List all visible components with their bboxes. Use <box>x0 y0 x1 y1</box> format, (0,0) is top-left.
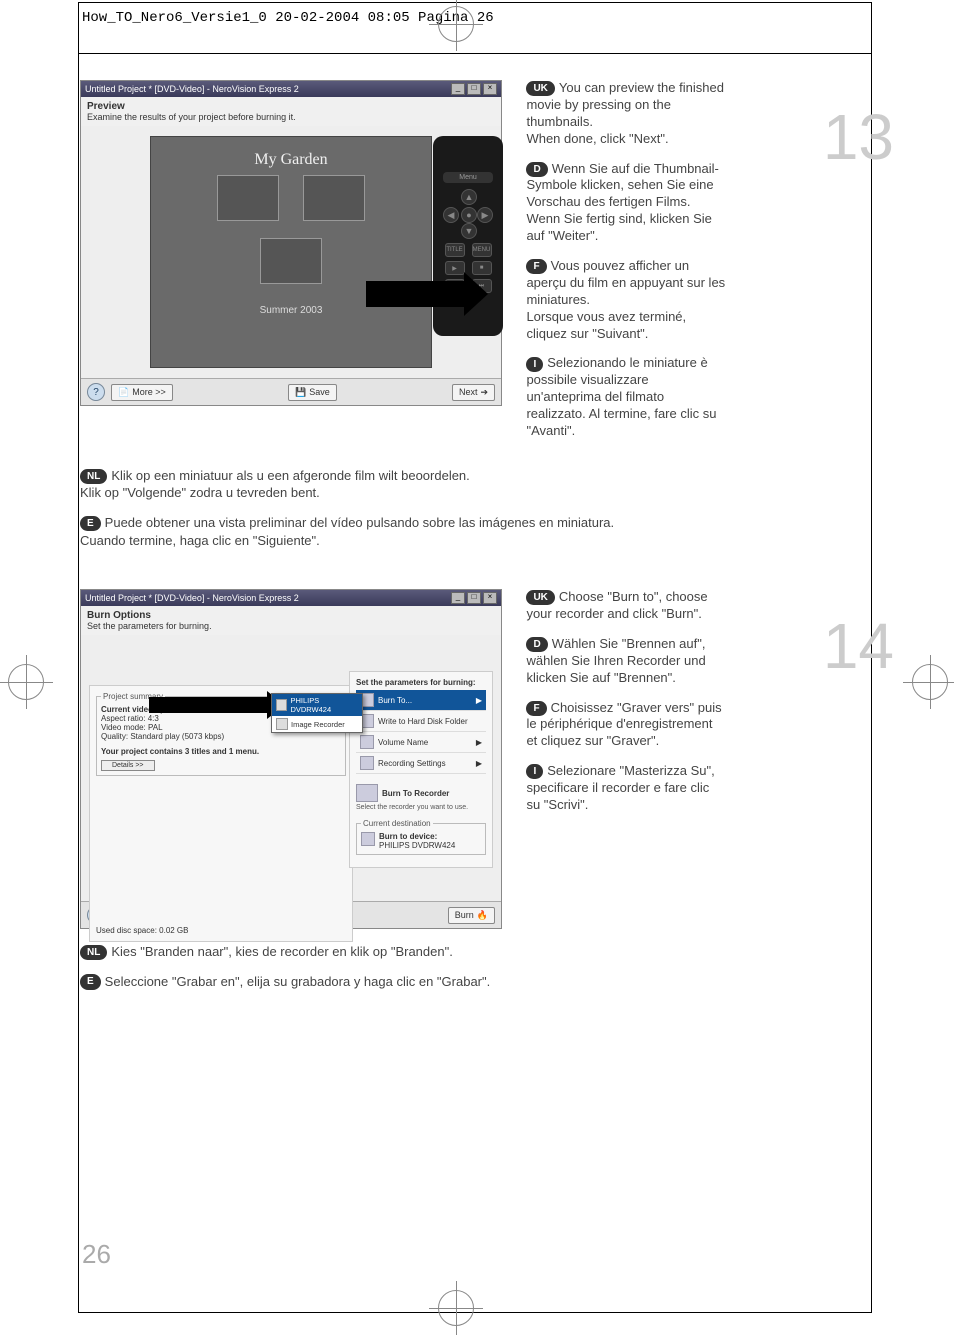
step13-below: NLKlik op een miniatuur als u een afgero… <box>80 467 874 549</box>
lang-e: E <box>80 974 101 990</box>
lang-f: F <box>526 701 546 716</box>
opt-burn-to[interactable]: Burn To...▶ <box>356 690 486 711</box>
opt-volume-name[interactable]: Volume Name▶ <box>356 732 486 753</box>
remote-menu-button[interactable]: Menu <box>443 172 493 183</box>
lang-i: I <box>526 357 543 372</box>
burn-to-dropdown[interactable]: PHILIPS DVDRW424 Image Recorder <box>271 693 363 733</box>
recorder-big-icon <box>356 784 378 802</box>
thumbnail[interactable] <box>260 238 322 284</box>
panel-header: Preview Examine the results of your proj… <box>81 97 501 126</box>
help-icon[interactable]: ? <box>87 383 105 401</box>
next-button[interactable]: Next➔ <box>452 384 495 401</box>
min-button[interactable]: _ <box>451 592 465 604</box>
image-recorder-icon <box>276 718 288 730</box>
close-button[interactable]: × <box>483 83 497 95</box>
registration-mark-bottom <box>438 1290 474 1326</box>
window-title: Untitled Project * [DVD-Video] - NeroVis… <box>85 84 299 94</box>
wizard-toolbar: ? 📄More >> 💾Save Next➔ <box>81 378 501 405</box>
lang-f: F <box>526 259 546 274</box>
thumbnail[interactable] <box>217 175 279 221</box>
step13-instructions: UKYou can preview the fi­nished movie by… <box>526 80 726 453</box>
step-14: 14 Untitled Project * [DVD-Video] - Nero… <box>80 589 874 990</box>
volume-icon <box>360 735 374 749</box>
step-number-14: 14 <box>823 609 894 683</box>
preview-stage: My Garden Summer 2003 <box>150 136 432 368</box>
step14-below: NLKies "Branden naar", kies de recorder … <box>80 943 874 990</box>
lang-d: D <box>526 637 547 652</box>
remote-btn[interactable]: ▶ <box>445 261 465 275</box>
remote-btn[interactable]: TITLE <box>445 243 465 257</box>
settings-icon <box>360 756 374 770</box>
max-button[interactable]: □ <box>467 592 481 604</box>
lang-nl: NL <box>80 469 107 485</box>
menu-title: My Garden <box>151 151 431 169</box>
save-button[interactable]: 💾Save <box>288 384 337 401</box>
window-title: Untitled Project * [DVD-Video] - NeroVis… <box>85 593 299 603</box>
max-button[interactable]: □ <box>467 83 481 95</box>
more-button[interactable]: 📄More >> <box>111 384 173 401</box>
step-number-13: 13 <box>823 100 894 174</box>
lang-nl: NL <box>80 945 107 961</box>
registration-mark-right <box>912 664 948 700</box>
used-disc-space: Used disc space: 0.02 GB <box>96 926 346 935</box>
opt-hd-folder[interactable]: Write to Hard Disk Folder <box>356 711 486 732</box>
callout-arrow <box>366 281 466 307</box>
opt-rec-settings[interactable]: Recording Settings▶ <box>356 753 486 774</box>
step-13: 13 Untitled Project * [DVD-Video] - Nero… <box>80 80 874 549</box>
recorder-icon <box>276 699 287 711</box>
window-titlebar: Untitled Project * [DVD-Video] - NeroVis… <box>81 81 501 97</box>
remote-btn[interactable]: MENU <box>472 243 492 257</box>
close-button[interactable]: × <box>483 592 497 604</box>
thumbnail[interactable] <box>303 175 365 221</box>
lang-uk: UK <box>526 590 554 605</box>
registration-mark-top <box>438 6 474 42</box>
page-number: 26 <box>82 1239 111 1270</box>
burn-button[interactable]: Burn🔥 <box>448 907 495 924</box>
min-button[interactable]: _ <box>451 83 465 95</box>
lang-e: E <box>80 516 101 532</box>
registration-mark-left <box>8 664 44 700</box>
lang-uk: UK <box>526 81 554 96</box>
step14-instructions: UKChoose "Burn to", choo­se your recorde… <box>526 589 726 827</box>
details-button[interactable]: Details >> <box>101 760 155 771</box>
lang-i: I <box>526 764 543 779</box>
callout-arrow <box>149 697 269 713</box>
screenshot-preview: Untitled Project * [DVD-Video] - NeroVis… <box>80 80 502 406</box>
panel-header: Burn Options Set the parameters for burn… <box>81 606 501 635</box>
window-titlebar: Untitled Project * [DVD-Video] - NeroVis… <box>81 590 501 606</box>
burn-params-panel: Set the parameters for burning: Burn To.… <box>349 671 493 868</box>
lang-d: D <box>526 162 547 177</box>
screenshot-burn: Untitled Project * [DVD-Video] - NeroVis… <box>80 589 502 929</box>
remote-dpad[interactable]: ▲▼◀▶● <box>443 189 493 239</box>
device-icon <box>361 832 375 846</box>
